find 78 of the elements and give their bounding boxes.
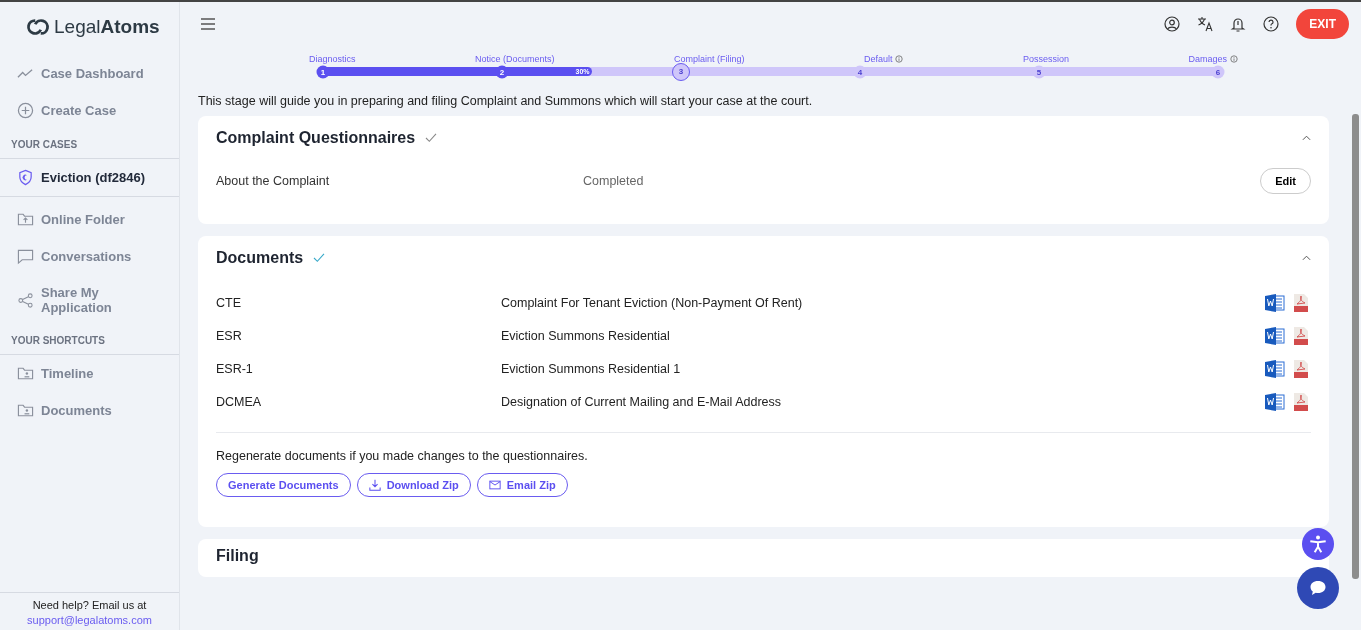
case-item[interactable]: Eviction (df2846): [0, 159, 179, 196]
email-link[interactable]: support@legalatoms.com: [27, 614, 152, 626]
regenerate-note: Regenerate documents if you made changes to the questionnaires.: [216, 449, 589, 463]
document-code: CTE: [216, 295, 242, 310]
pdf-file-icon[interactable]: [1291, 359, 1311, 378]
folder-upload-icon: [17, 211, 34, 228]
plus-circle-icon: [17, 102, 34, 119]
card-title: Complaint Questionnaires: [216, 129, 416, 147]
section-heading: YOUR SHORTCUTS: [0, 325, 179, 355]
sidebar-item[interactable]: Create Case: [0, 92, 179, 129]
edit-button[interactable]: Edit: [1260, 168, 1311, 194]
step-circle[interactable]: 4: [853, 65, 867, 78]
step-label[interactable]: Damages: [1188, 54, 1227, 64]
document-name: Eviction Summons Residential 1: [501, 361, 682, 376]
help-text: Need help? Email us at: [31, 598, 148, 613]
checkmark-icon: [425, 133, 438, 143]
document-name: Complaint For Tenant Eviction (Non-Payment Of Rent): [501, 295, 804, 310]
sidebar-item[interactable]: Online Folder: [0, 201, 179, 238]
step-label[interactable]: Notice (Documents): [475, 54, 555, 64]
pdf-file-icon[interactable]: [1291, 293, 1311, 312]
sidebar-item[interactable]: Case Dashboard: [0, 55, 179, 92]
sidebar-item[interactable]: Conversations: [0, 238, 179, 275]
sidebar-item[interactable]: Timeline: [0, 355, 179, 392]
exit-button[interactable]: EXIT: [1296, 9, 1349, 39]
folder-person-icon: [17, 365, 34, 382]
step-circle[interactable]: 2: [495, 65, 509, 78]
card-title: Filing: [216, 547, 260, 565]
action-button[interactable]: Download Zip: [356, 473, 471, 497]
document-code: ESR-1: [216, 361, 254, 376]
chevron-up-icon[interactable]: [1302, 255, 1311, 261]
share-icon: [17, 291, 34, 309]
step-circle[interactable]: 1: [316, 65, 330, 78]
intro-text: This stage will guide you in preparing and filing Complaint and Summons which will start your case at the court.: [198, 94, 814, 108]
checkmark-icon: [313, 253, 326, 263]
accessibility-icon: [1307, 533, 1329, 555]
user-icon[interactable]: [1164, 16, 1181, 32]
shield-icon: [17, 169, 34, 186]
bell-icon[interactable]: [1230, 16, 1247, 32]
step-label[interactable]: Complaint (Filing): [673, 54, 745, 64]
download-icon: [368, 479, 381, 491]
pdf-file-icon[interactable]: [1291, 326, 1311, 345]
document-code: DCMEA: [216, 394, 263, 409]
menu-icon[interactable]: [201, 18, 215, 30]
logo[interactable]: LegalAtoms: [0, 2, 179, 41]
document-name: Eviction Summons Residential: [501, 328, 671, 343]
info-icon: [1229, 55, 1238, 63]
scrollbar[interactable]: [1352, 114, 1359, 579]
chat-icon: [1308, 578, 1328, 598]
action-button[interactable]: Email Zip: [476, 473, 568, 497]
action-button[interactable]: Generate Documents: [216, 473, 351, 497]
word-file-icon[interactable]: [1265, 293, 1285, 312]
sidebar-item[interactable]: Documents: [0, 392, 179, 429]
section-heading: YOUR CASES: [0, 129, 179, 159]
info-icon: [895, 55, 904, 63]
pdf-file-icon[interactable]: [1291, 392, 1311, 411]
step-label[interactable]: Diagnostics: [309, 54, 356, 64]
chevron-up-icon[interactable]: [1302, 135, 1311, 141]
envelope-icon: [488, 479, 501, 491]
document-code: ESR: [216, 328, 243, 343]
word-file-icon[interactable]: [1265, 392, 1285, 411]
step-circle[interactable]: 5: [1032, 65, 1046, 78]
step-circle[interactable]: 3: [672, 62, 690, 81]
document-name: Designation of Current Mailing and E-Mail Address: [501, 394, 782, 409]
accessibility-button[interactable]: [1302, 528, 1334, 560]
questionnaire-status: Completed: [583, 174, 645, 188]
translate-icon[interactable]: [1197, 16, 1214, 32]
help-icon[interactable]: [1263, 16, 1280, 32]
card-title: Documents: [216, 249, 304, 267]
questionnaire-name: About the Complaint: [216, 174, 331, 188]
chat-button[interactable]: [1297, 567, 1339, 609]
speech-bubble-icon: [17, 248, 34, 265]
sidebar-item[interactable]: Share My Application: [0, 275, 179, 325]
step-circle[interactable]: 6: [1211, 65, 1225, 78]
step-label[interactable]: Possession: [1022, 54, 1069, 64]
step-label[interactable]: Default: [863, 54, 893, 64]
word-file-icon[interactable]: [1265, 359, 1285, 378]
word-file-icon[interactable]: [1265, 326, 1285, 345]
folder-person-icon: [17, 402, 34, 419]
